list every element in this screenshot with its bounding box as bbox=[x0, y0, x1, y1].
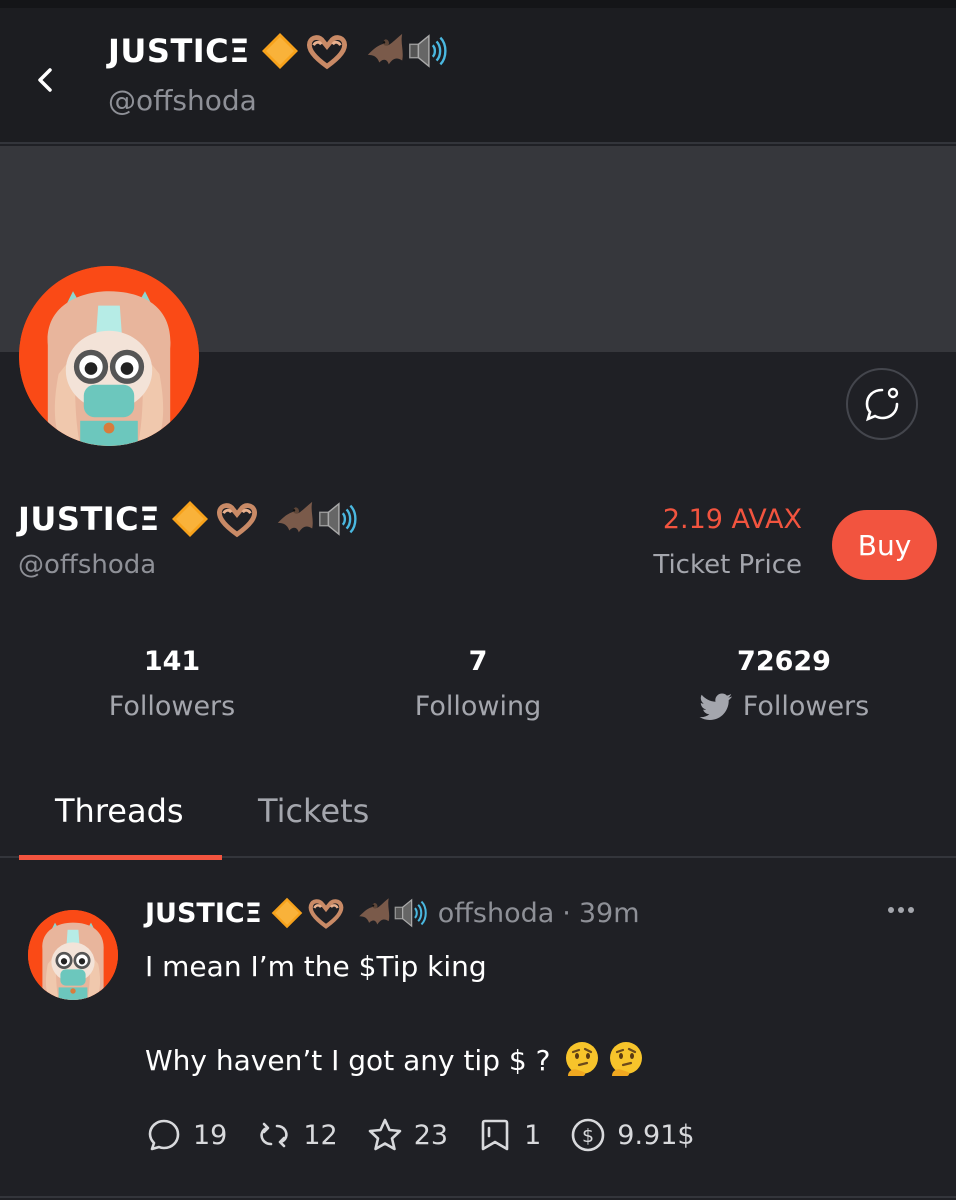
stat-label: Followers bbox=[52, 691, 292, 722]
bat-icon bbox=[356, 895, 392, 931]
post-text: Why haven’t I got any tip $ ? bbox=[145, 1043, 551, 1077]
post-time: 39m bbox=[578, 897, 640, 929]
stat-label-text: Following bbox=[414, 691, 542, 722]
stat-value: 7 bbox=[468, 646, 488, 677]
profile-handle: @offshoda bbox=[18, 550, 157, 580]
star-icon bbox=[368, 1118, 402, 1151]
header-display-name: JUSTICΞ bbox=[108, 32, 250, 70]
svg-text:$: $ bbox=[582, 1125, 594, 1147]
bat-icon bbox=[364, 30, 406, 72]
orange-diamond-icon bbox=[270, 896, 304, 930]
top-header: JUSTICΞ @offshoda bbox=[0, 8, 956, 144]
post-more-button[interactable] bbox=[884, 898, 918, 922]
header-title: JUSTICΞ bbox=[108, 30, 448, 72]
repost-action[interactable]: 12 bbox=[255, 1116, 338, 1154]
orange-diamond-icon bbox=[260, 31, 300, 71]
tab-threads[interactable]: Threads bbox=[55, 792, 184, 830]
stat-followers[interactable]: 141 Followers bbox=[52, 646, 292, 722]
stat-label-text: Followers bbox=[742, 691, 870, 722]
thinking-face-icon bbox=[562, 1040, 602, 1080]
profile-display-name: JUSTICΞ bbox=[18, 500, 160, 538]
comment-icon bbox=[148, 1119, 180, 1151]
tip-action[interactable]: $ 9.91$ bbox=[569, 1116, 695, 1154]
like-count: 23 bbox=[413, 1119, 449, 1151]
chevron-left-icon bbox=[38, 68, 52, 92]
speaker-icon bbox=[392, 895, 428, 931]
post-actions: 19 12 23 1 $ 9.91$ bbox=[145, 1116, 723, 1154]
dollar-coin-icon: $ bbox=[571, 1118, 605, 1152]
post-separator: · bbox=[562, 897, 571, 929]
active-tab-indicator bbox=[19, 855, 222, 860]
post-author-name[interactable]: JUSTICΞ bbox=[145, 898, 262, 929]
stat-value: 141 bbox=[143, 646, 201, 677]
back-button[interactable] bbox=[28, 62, 64, 98]
buy-button[interactable]: Buy bbox=[832, 510, 937, 580]
bookmark-count: 1 bbox=[524, 1119, 542, 1151]
tip-amount: 9.91$ bbox=[617, 1119, 695, 1151]
status-strip bbox=[0, 0, 956, 8]
stat-value: 72629 bbox=[737, 646, 831, 677]
ticket-price-label: Ticket Price bbox=[653, 550, 802, 580]
tab-tickets[interactable]: Tickets bbox=[258, 792, 369, 830]
thinking-face-icon bbox=[606, 1040, 646, 1080]
profile-tabs: Threads Tickets bbox=[0, 780, 956, 860]
more-dots-icon bbox=[888, 907, 914, 913]
post-text-line-2: Why haven’t I got any tip $ ? bbox=[145, 1040, 646, 1080]
orange-diamond-icon bbox=[170, 499, 210, 539]
repost-icon bbox=[260, 1122, 289, 1148]
speaker-icon bbox=[316, 498, 358, 540]
repost-count: 12 bbox=[303, 1119, 338, 1151]
heart-hands-icon bbox=[214, 499, 260, 539]
profile-name: JUSTICΞ bbox=[18, 498, 358, 540]
stat-label-text: Followers bbox=[108, 691, 236, 722]
post-emojis bbox=[562, 1040, 646, 1080]
twitter-bird-icon bbox=[699, 693, 732, 720]
stat-label: Following bbox=[358, 691, 598, 722]
post-divider bbox=[0, 1196, 956, 1198]
speaker-icon bbox=[406, 30, 448, 72]
bat-icon bbox=[274, 498, 316, 540]
reply-action[interactable]: 19 bbox=[145, 1116, 227, 1154]
heart-hands-icon bbox=[306, 896, 346, 930]
chat-bubble-icon bbox=[865, 387, 899, 422]
like-action[interactable]: 23 bbox=[366, 1116, 448, 1154]
reply-count: 19 bbox=[193, 1119, 228, 1151]
post-author-avatar[interactable] bbox=[28, 910, 118, 1000]
stat-following[interactable]: 7 Following bbox=[358, 646, 598, 722]
message-button[interactable] bbox=[846, 368, 918, 440]
post-header: JUSTICΞ offshoda · 39m bbox=[145, 895, 640, 931]
heart-hands-icon bbox=[304, 31, 350, 71]
bookmark-icon bbox=[481, 1119, 509, 1151]
profile-avatar[interactable] bbox=[19, 266, 199, 446]
header-handle: @offshoda bbox=[108, 84, 257, 117]
stat-twitter-followers[interactable]: 72629 Followers bbox=[664, 646, 904, 722]
stat-label: Followers bbox=[664, 691, 904, 722]
ticket-price-value: 2.19 AVAX bbox=[662, 504, 802, 535]
post-text-line: I mean I’m the $Tip king bbox=[145, 950, 487, 983]
bookmark-action[interactable]: 1 bbox=[476, 1116, 541, 1154]
post-author-handle[interactable]: offshoda bbox=[438, 898, 555, 929]
